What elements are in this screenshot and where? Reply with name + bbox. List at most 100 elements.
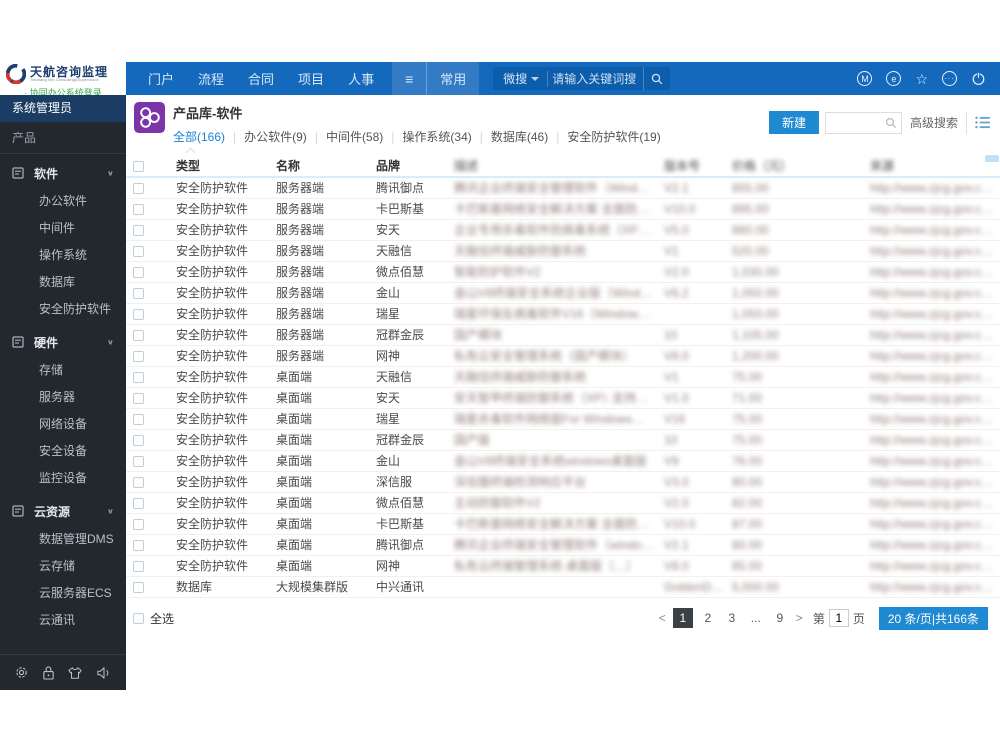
search-submit-button[interactable] (643, 67, 670, 90)
sidebar-item-服务器[interactable]: 服务器 (0, 384, 126, 411)
table-row[interactable]: 安全防护软件服务器端安天企业专用杀毒软件防病毒系统（XP）·经典输入法版V5.0… (126, 219, 1000, 241)
list-view-icon[interactable] (975, 116, 990, 129)
row-checkbox[interactable] (133, 392, 144, 404)
table-row[interactable]: 安全防护软件 桌面端 网神 私有云终端管理系统·桌面版（…） V8.0 85.00 http… (126, 555, 1000, 577)
settings-gear-icon[interactable] (14, 665, 29, 680)
table-row[interactable]: 安全防护软件 服务器端 微点佰慧 智能防护软件V2 V2.0 1,030.00 http:/… (126, 261, 1000, 283)
nav-item-4[interactable]: 项目 (286, 62, 336, 95)
tab-1[interactable]: 全部(166) (173, 126, 225, 158)
enterprise-chat-icon[interactable]: e (886, 71, 902, 86)
theme-shirt-icon[interactable] (67, 666, 83, 680)
row-checkbox[interactable] (133, 434, 144, 446)
sidebar-section-product[interactable]: 产品 (0, 122, 126, 154)
tab-5[interactable]: 数据库(46) (491, 126, 548, 147)
table-row[interactable]: 安全防护软件 桌面端 微点佰慧 主动防御软件V2 V2.0 82.00 http://www… (126, 492, 1000, 514)
table-row[interactable]: 安全防护软件桌面端安天安天智甲终端防御系统（XP）·支持国产化系统V1.071.… (126, 387, 1000, 409)
row-checkbox[interactable] (133, 183, 144, 195)
table-row[interactable]: 安全防护软件桌面端瑞星瑞星杀毒软件网络版For Windows（桌面版）V167… (126, 408, 1000, 430)
page-button-1[interactable]: 1 (672, 608, 693, 628)
table-row[interactable]: 安全防护软件桌面端腾讯御点腾讯企业终端安全管理软件（windows版）·V2.1… (126, 534, 1000, 556)
page-button-9[interactable]: 9 (771, 608, 789, 628)
table-row[interactable]: 安全防护软件服务器端瑞星瑞星环保反病毒软件V16（Windows版）·标准模块 1… (126, 303, 1000, 325)
create-new-button[interactable]: 新建 (768, 111, 819, 134)
sidebar-group-3[interactable]: 云资源 ∨ (0, 496, 126, 526)
row-checkbox[interactable] (133, 371, 144, 383)
sidebar-item-监控设备[interactable]: 监控设备 (0, 465, 126, 492)
sidebar-item-安全防护软件[interactable]: 安全防护软件 (0, 296, 126, 323)
next-page-button[interactable]: > (796, 611, 803, 625)
page-button-3[interactable]: 3 (723, 608, 741, 628)
nav-item-2[interactable]: 流程 (186, 62, 236, 95)
scrollbar-thumb[interactable] (985, 155, 999, 162)
goto-page-input[interactable] (828, 609, 849, 627)
table-search-input[interactable] (825, 115, 881, 130)
apps-menu-button[interactable]: ≡ (392, 62, 426, 95)
header-checkbox[interactable] (133, 160, 144, 172)
select-all-control[interactable]: 全选 (133, 610, 174, 627)
row-checkbox[interactable] (133, 476, 144, 488)
prev-page-button[interactable]: < (659, 611, 666, 625)
table-row[interactable]: 安全防护软件服务器端卡巴斯基卡巴斯基网络安全解决方案 全面防护高级版（KL48…… (126, 198, 1000, 220)
sidebar-item-云服务器ECS[interactable]: 云服务器ECS (0, 580, 126, 607)
nav-item-3[interactable]: 合同 (236, 62, 286, 95)
advanced-search-button[interactable]: 高级搜索 (900, 111, 966, 134)
global-search-input[interactable] (547, 70, 644, 87)
tab-4[interactable]: 操作系统(34) (402, 126, 471, 147)
lock-icon[interactable] (42, 665, 55, 680)
sidebar-item-云通讯[interactable]: 云通讯 (0, 607, 126, 634)
row-checkbox[interactable] (133, 308, 144, 320)
row-checkbox[interactable] (133, 266, 144, 278)
table-row[interactable]: 安全防护软件 桌面端 深信服 深信服终端检测响应平台 V3.0 80.00 http://w… (126, 471, 1000, 493)
row-checkbox[interactable] (133, 245, 144, 257)
row-checkbox[interactable] (133, 224, 144, 236)
search-icon[interactable] (885, 117, 897, 129)
nav-item-1[interactable]: 门户 (136, 62, 186, 95)
table-row[interactable]: 安全防护软件 服务器端 天融信 天融信终端威胁防御系统 V1 520.00 http://w… (126, 240, 1000, 262)
tab-2[interactable]: 办公软件(9) (244, 126, 307, 147)
sound-speaker-icon[interactable] (96, 666, 112, 680)
select-all-checkbox[interactable] (133, 612, 144, 624)
table-row[interactable]: 安全防护软件服务器端金山金山V8终端安全系统企业版（Windows系统适用）V6… (126, 282, 1000, 304)
table-row[interactable]: 安全防护软件 服务器端 网神 私有云安全管理系统（国产模块） V8.0 1,200.00 h… (126, 345, 1000, 367)
row-checkbox[interactable] (133, 455, 144, 467)
table-row[interactable]: 安全防护软件 服务器端 冠群金辰 国产模块 10 1,105.00 http://www.z… (126, 324, 1000, 346)
sidebar-item-办公软件[interactable]: 办公软件 (0, 188, 126, 215)
message-icon[interactable]: M (857, 71, 873, 86)
table-row[interactable]: 安全防护软件 桌面端 金山 金山V8终端安全系统windows桌面版 V9 76.00 ht… (126, 450, 1000, 472)
row-checkbox[interactable] (133, 413, 144, 425)
row-checkbox[interactable] (133, 581, 144, 593)
sidebar-item-数据管理DMS[interactable]: 数据管理DMS (0, 526, 126, 553)
page-button-2[interactable]: 2 (699, 608, 717, 628)
table-row[interactable]: 安全防护软件桌面端卡巴斯基卡巴斯基网络安全解决方案 全面防护标准版（KES）·K… (126, 513, 1000, 535)
sidebar-item-数据库[interactable]: 数据库 (0, 269, 126, 296)
sidebar-group-2[interactable]: 硬件 ∨ (0, 327, 126, 357)
row-checkbox[interactable] (133, 497, 144, 509)
page-size-summary[interactable]: 20 条/页|共166条 (878, 606, 988, 630)
row-checkbox[interactable] (133, 203, 144, 215)
power-icon[interactable] (971, 71, 986, 86)
sidebar-item-安全设备[interactable]: 安全设备 (0, 438, 126, 465)
more-options-icon[interactable]: ··· (942, 71, 957, 86)
sidebar-item-中间件[interactable]: 中间件 (0, 215, 126, 242)
tab-3[interactable]: 中间件(58) (326, 126, 383, 147)
search-scope-dropdown[interactable]: 微搜 (503, 70, 547, 87)
table-row[interactable]: 安全防护软件 桌面端 冠群金辰 国产版 10 75.00 http://www.zjcg.g… (126, 429, 1000, 451)
sidebar-item-网络设备[interactable]: 网络设备 (0, 411, 126, 438)
row-checkbox[interactable] (133, 539, 144, 551)
row-checkbox[interactable] (133, 329, 144, 341)
sidebar-item-操作系统[interactable]: 操作系统 (0, 242, 126, 269)
table-row[interactable]: 数据库大规模集群版中兴通讯 GoldenData v…5,000.00http:/… (126, 576, 1000, 598)
row-checkbox[interactable] (133, 350, 144, 362)
frequently-used-button[interactable]: 常用 (426, 62, 479, 95)
row-checkbox[interactable] (133, 560, 144, 572)
sidebar-group-1[interactable]: 软件 ∨ (0, 158, 126, 188)
table-row[interactable]: 安全防护软件 服务器端 腾讯御点 腾讯企业终端安全管理软件（Windows版） V2.1… (126, 177, 1000, 199)
nav-item-5[interactable]: 人事 (336, 62, 386, 95)
row-checkbox[interactable] (133, 518, 144, 530)
row-checkbox[interactable] (133, 287, 144, 299)
tab-6[interactable]: 安全防护软件(19) (567, 126, 660, 147)
favorites-star-icon[interactable]: ☆ (915, 72, 928, 86)
sidebar-item-存储[interactable]: 存储 (0, 357, 126, 384)
sidebar-item-云存储[interactable]: 云存储 (0, 553, 126, 580)
table-row[interactable]: 安全防护软件 桌面端 天融信 天融信终端威胁防御系统 V1 75.00 http://www… (126, 366, 1000, 388)
